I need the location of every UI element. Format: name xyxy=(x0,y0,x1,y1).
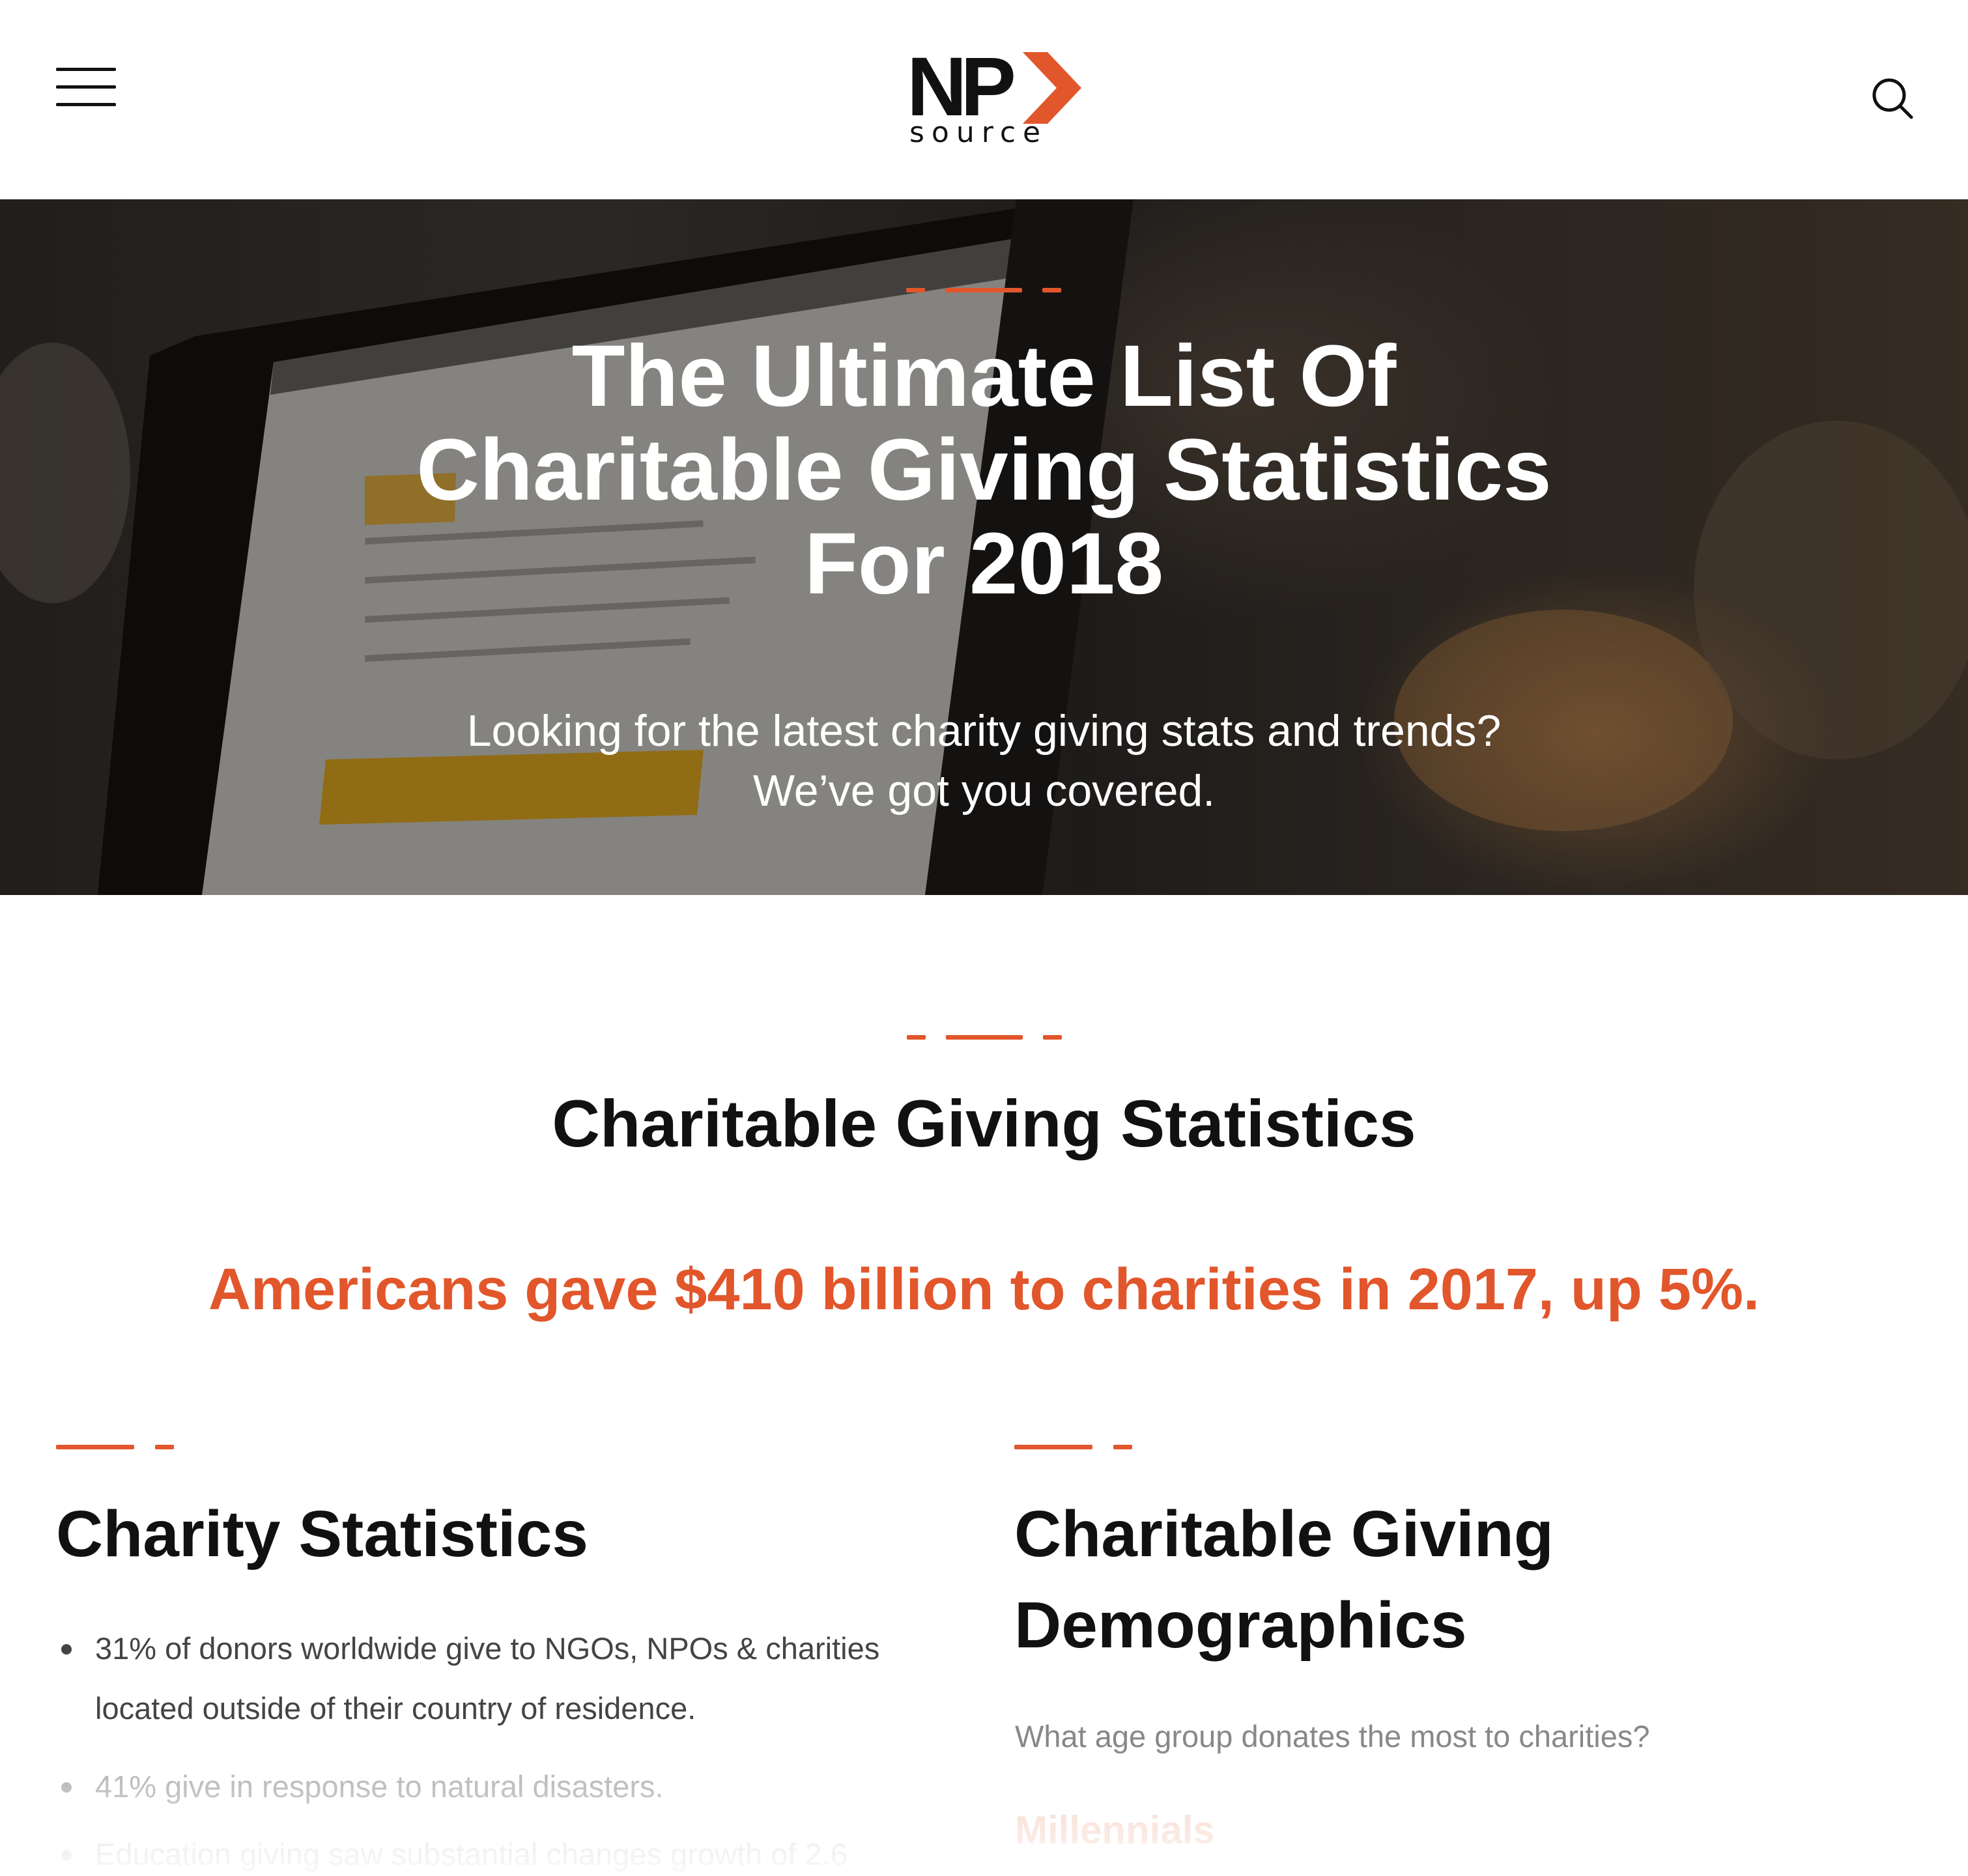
demographics-heading-line: Charitable Giving xyxy=(1014,1498,1554,1570)
charity-statistics-list: 31% of donors worldwide give to NGOs, NP… xyxy=(57,1619,969,1876)
hero-banner: The Ultimate List Of Charitable Giving S… xyxy=(0,199,1968,895)
hero-title-line: The Ultimate List Of xyxy=(571,328,1397,425)
logo-arrow-icon xyxy=(1023,52,1081,124)
page: NP source The Ultimate List Of Charitabl… xyxy=(0,0,1968,1876)
list-item: Education giving saw substantial changes… xyxy=(57,1825,969,1876)
hero-subtitle-line: We’ve got you covered. xyxy=(752,766,1216,816)
demographics-heading: Charitable Giving Demographics xyxy=(1014,1488,1554,1671)
list-item: 41% give in response to natural disaster… xyxy=(57,1757,969,1817)
highlight-statistic: Americans gave $410 billion to charities… xyxy=(208,1257,1760,1322)
demographics-question: What age group donates the most to chari… xyxy=(1015,1719,1650,1754)
charity-statistics-heading: Charity Statistics xyxy=(56,1498,588,1570)
hero-title-line: For 2018 xyxy=(804,515,1164,612)
search-icon[interactable] xyxy=(1870,76,1915,121)
hero-title: The Ultimate List Of Charitable Giving S… xyxy=(0,330,1968,611)
list-item: 31% of donors worldwide give to NGOs, NP… xyxy=(57,1619,969,1739)
hero-subtitle-line: Looking for the latest charity giving st… xyxy=(466,706,1502,756)
section-title: Charitable Giving Statistics xyxy=(552,1087,1416,1161)
site-header: NP source xyxy=(0,0,1968,199)
hero-subtitle: Looking for the latest charity giving st… xyxy=(0,701,1968,821)
logo-subtext: source xyxy=(909,116,1048,149)
site-logo[interactable]: NP source xyxy=(907,46,1083,150)
demographics-heading-line: Demographics xyxy=(1014,1589,1467,1662)
millennials-subheading: Millennials xyxy=(1015,1808,1215,1852)
hero-title-line: Charitable Giving Statistics xyxy=(416,421,1552,519)
hamburger-menu-icon[interactable] xyxy=(56,65,116,108)
